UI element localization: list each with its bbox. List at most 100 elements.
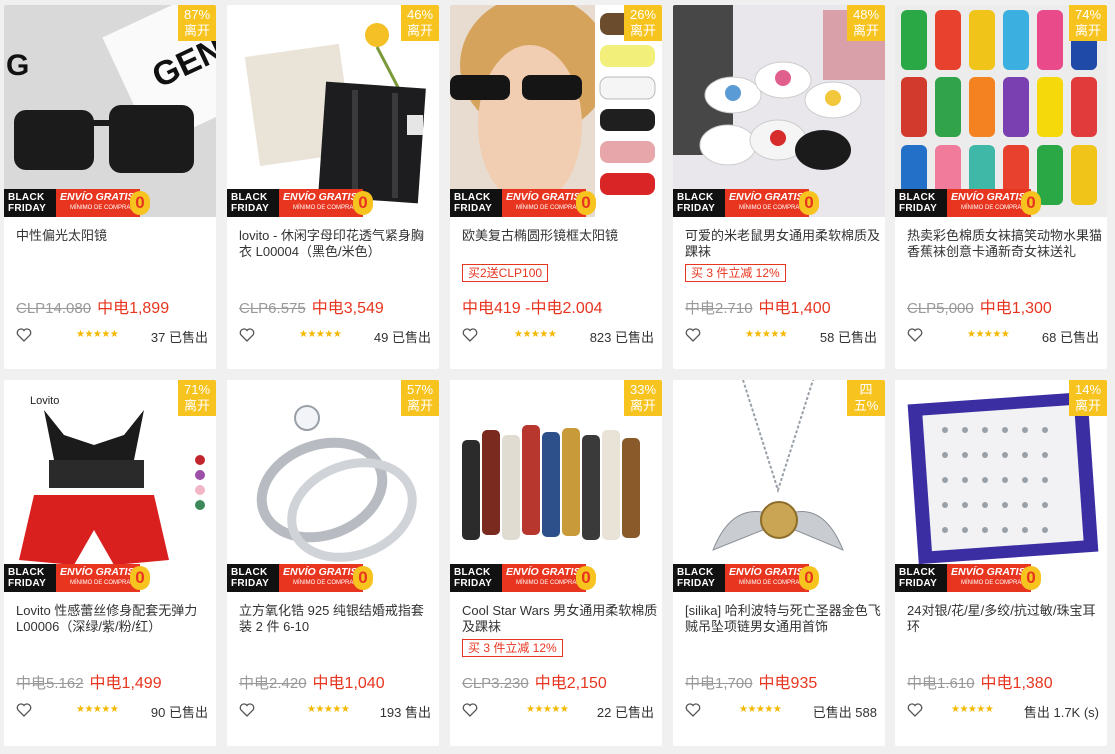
sale-price: 中电1,040 <box>312 675 385 692</box>
product-card[interactable]: 46% 离开 BLACK FRIDAY ENVÍO GRATIS MÍNIMO DE… <box>227 5 439 369</box>
black-friday-banner: BLACK FRIDAY ENVÍO GRATIS MÍNIMO DE COMPRA… <box>450 189 662 217</box>
product-name[interactable]: [silika] 哈利波特与死亡圣器金色飞贼吊坠项链男女通用首饰 <box>685 603 881 635</box>
sold-count: 58 已售出 <box>819 330 877 345</box>
original-price: CLP14.080 <box>16 300 92 317</box>
heart-icon[interactable] <box>685 702 701 718</box>
original-price: 中电2.420 <box>239 675 307 692</box>
product-name[interactable]: 中性偏光太阳镜 <box>16 228 212 244</box>
discount-badge: 33% 离开 <box>624 380 662 416</box>
product-name[interactable]: 可爱的米老鼠男女通用柔软棉质及踝袜 <box>685 228 881 260</box>
sold-count: 68 已售出 <box>1041 330 1099 345</box>
sale-price: 中电2,150 <box>534 675 607 692</box>
product-card[interactable]: 26% 离开 BLACK FRIDAY ENVÍO GRATIS MÍNIMO DE… <box>450 5 662 369</box>
svg-text:G: G <box>6 49 29 82</box>
product-image[interactable]: 46% 离开 BLACK FRIDAY ENVÍO GRATIS MÍNIMO DE… <box>227 5 439 217</box>
sale-price: 中电1,380 <box>980 675 1053 692</box>
product-image[interactable]: 四 五% BLACK FRIDAY ENVÍO GRATIS MÍNIMO DE C… <box>673 380 885 592</box>
discount-badge: 四 五% <box>847 380 885 416</box>
rating-stars: ★★★★★ <box>76 704 119 715</box>
rating-stars: ★★★★★ <box>307 704 350 715</box>
product-name[interactable]: Cool Star Wars 男女通用柔软棉质及踝袜 <box>462 603 658 635</box>
discount-badge: 71% 离开 <box>178 380 216 416</box>
sold-count: 已售出 588 <box>812 705 877 720</box>
promo-tag: 买 3 件立减 12% <box>685 264 786 282</box>
discount-badge: 48% 离开 <box>847 5 885 41</box>
black-friday-banner: BLACK FRIDAY ENVÍO GRATIS MÍNIMO DE COMPRA… <box>450 564 662 592</box>
sold-count: 37 已售出 <box>150 330 208 345</box>
heart-icon[interactable] <box>462 327 478 343</box>
sold-count: 193 售出 <box>379 705 431 720</box>
product-card[interactable]: 四 五% BLACK FRIDAY ENVÍO GRATIS MÍNIMO DE C… <box>673 380 885 746</box>
sale-price: 中电1,899 <box>97 300 170 317</box>
heart-icon[interactable] <box>16 702 32 718</box>
product-card[interactable]: GEN G 87% 离开 BLACK FRIDAY ENVÍO GRATIS MÍN… <box>4 5 216 369</box>
black-friday-banner: BLACK FRIDAY ENVÍO GRATIS MÍNIMO DE COMPRA… <box>895 189 1107 217</box>
rating-stars: ★★★★★ <box>76 329 119 340</box>
discount-badge: 26% 离开 <box>624 5 662 41</box>
discount-badge: 46% 离开 <box>401 5 439 41</box>
product-image[interactable]: 26% 离开 BLACK FRIDAY ENVÍO GRATIS MÍNIMO DE… <box>450 5 662 217</box>
sale-price: 中电3,549 <box>311 300 384 317</box>
heart-icon[interactable] <box>239 702 255 718</box>
rating-stars: ★★★★★ <box>526 704 569 715</box>
product-name[interactable]: lovito - 休闲字母印花透气紧身胸衣 L00004（黑色/米色） <box>239 228 435 260</box>
rating-stars: ★★★★★ <box>967 329 1010 340</box>
product-name[interactable]: 24对银/花/星/多绞/抗过敏/珠宝耳环 <box>907 603 1103 635</box>
product-card[interactable]: 33% 离开 BLACK FRIDAY ENVÍO GRATIS MÍNIMO DE… <box>450 380 662 746</box>
heart-icon[interactable] <box>16 327 32 343</box>
rating-stars: ★★★★★ <box>745 329 788 340</box>
sold-count: 49 已售出 <box>373 330 431 345</box>
sale-price: 中电419 -中电2.004 <box>462 300 603 317</box>
original-price: 中电1.610 <box>907 675 975 692</box>
product-image[interactable]: Lovito 71% 离开 BLACK FRIDAY ENVÍO GRATIS MÍ… <box>4 380 216 592</box>
heart-icon[interactable] <box>685 327 701 343</box>
sale-price: 中电1,400 <box>758 300 831 317</box>
product-name[interactable]: 热卖彩色棉质女袜搞笑动物水果猫香蕉袜创意卡通新奇女袜送礼 <box>907 228 1103 260</box>
black-friday-banner: BLACK FRIDAY ENVÍO GRATIS MÍNIMO DE COMPRA… <box>227 189 439 217</box>
sale-price: 中电1,300 <box>979 300 1052 317</box>
product-card[interactable]: Lovito 71% 离开 BLACK FRIDAY ENVÍO GRATIS MÍ… <box>4 380 216 746</box>
heart-icon[interactable] <box>907 702 923 718</box>
product-card[interactable]: 74% 离开 BLACK FRIDAY ENVÍO GRATIS MÍNIMO DE… <box>895 5 1107 369</box>
product-card[interactable]: 14% 离开 BLACK FRIDAY ENVÍO GRATIS MÍNIMO DE… <box>895 380 1107 746</box>
sold-count: 售出 1.7K (s) <box>1023 705 1099 720</box>
original-price: 中电1,700 <box>685 675 753 692</box>
discount-badge: 74% 离开 <box>1069 5 1107 41</box>
heart-icon[interactable] <box>239 327 255 343</box>
sold-count: 22 已售出 <box>596 705 654 720</box>
black-friday-banner: BLACK FRIDAY ENVÍO GRATIS MÍNIMO DE COMPRA… <box>4 564 216 592</box>
original-price: 中电2.710 <box>685 300 753 317</box>
original-price: CLP6.575 <box>239 300 306 317</box>
black-friday-banner: BLACK FRIDAY ENVÍO GRATIS MÍNIMO DE COMPRA… <box>673 189 885 217</box>
promo-tag: 买2送CLP100 <box>462 264 549 282</box>
product-card[interactable]: 48% 离开 BLACK FRIDAY ENVÍO GRATIS MÍNIMO DE… <box>673 5 885 369</box>
rating-stars: ★★★★★ <box>739 704 782 715</box>
heart-icon[interactable] <box>462 702 478 718</box>
product-image[interactable]: GEN G 87% 离开 BLACK FRIDAY ENVÍO GRATIS MÍN… <box>4 5 216 217</box>
rating-stars: ★★★★★ <box>951 704 994 715</box>
original-price: CLP5,000 <box>907 300 974 317</box>
discount-badge: 57% 离开 <box>401 380 439 416</box>
product-image[interactable]: 33% 离开 BLACK FRIDAY ENVÍO GRATIS MÍNIMO DE… <box>450 380 662 592</box>
product-name[interactable]: 立方氧化锆 925 纯银结婚戒指套装 2 件 6-10 <box>239 603 435 635</box>
product-image[interactable]: 74% 离开 BLACK FRIDAY ENVÍO GRATIS MÍNIMO DE… <box>895 5 1107 217</box>
product-image[interactable]: 14% 离开 BLACK FRIDAY ENVÍO GRATIS MÍNIMO DE… <box>895 380 1107 592</box>
sale-price: 中电1,499 <box>89 675 162 692</box>
svg-text:Lovito: Lovito <box>30 395 59 407</box>
original-price: CLP3.230 <box>462 675 529 692</box>
product-image[interactable]: 48% 离开 BLACK FRIDAY ENVÍO GRATIS MÍNIMO DE… <box>673 5 885 217</box>
sold-count: 823 已售出 <box>589 330 654 345</box>
product-name[interactable]: 欧美复古椭圆形镜框太阳镜 <box>462 228 658 244</box>
rating-stars: ★★★★★ <box>514 329 557 340</box>
black-friday-banner: BLACK FRIDAY ENVÍO GRATIS MÍNIMO DE COMPRA… <box>673 564 885 592</box>
product-card[interactable]: 57% 离开 BLACK FRIDAY ENVÍO GRATIS MÍNIMO DE… <box>227 380 439 746</box>
black-friday-banner: BLACK FRIDAY ENVÍO GRATIS MÍNIMO DE COMPRA… <box>4 189 216 217</box>
product-grid: GEN G 87% 离开 BLACK FRIDAY ENVÍO GRATIS MÍN… <box>0 0 1115 754</box>
promo-tag: 买 3 件立减 12% <box>462 639 563 657</box>
discount-badge: 14% 离开 <box>1069 380 1107 416</box>
product-name[interactable]: Lovito 性感蕾丝修身配套无弹力 L00006（深绿/紫/粉/红） <box>16 603 212 635</box>
product-image[interactable]: 57% 离开 BLACK FRIDAY ENVÍO GRATIS MÍNIMO DE… <box>227 380 439 592</box>
sold-count: 90 已售出 <box>150 705 208 720</box>
discount-badge: 87% 离开 <box>178 5 216 41</box>
heart-icon[interactable] <box>907 327 923 343</box>
